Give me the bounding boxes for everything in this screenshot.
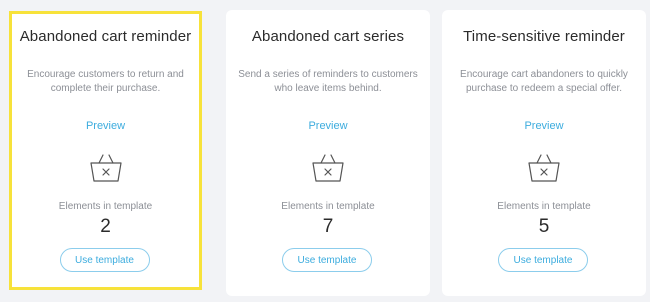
use-template-button[interactable]: Use template [498,248,588,272]
preview-link[interactable]: Preview [442,120,646,132]
template-card-time-sensitive-reminder[interactable]: Time-sensitive reminder Encourage cart a… [442,10,646,296]
card-description: Encourage cart abandoners to quickly pur… [452,68,636,96]
preview-link[interactable]: Preview [12,120,199,132]
card-description-line: Send a series of reminders to customers [238,69,418,80]
basket-icon [528,154,560,182]
use-template-button[interactable]: Use template [59,248,150,272]
template-card-abandoned-cart-series[interactable]: Abandoned cart series Send a series of r… [226,10,430,296]
elements-count: 2 [100,216,111,237]
card-title: Abandoned cart reminder [19,28,192,45]
card-description-line: who leave items behind. [274,83,382,94]
card-title: Abandoned cart series [251,28,405,45]
card-description-line: complete their purchase. [50,83,161,94]
elements-label: Elements in template [58,201,153,212]
elements-label: Elements in template [497,201,591,212]
template-card-abandoned-cart-reminder[interactable]: Abandoned cart reminder Encourage custom… [9,11,202,290]
card-title: Time-sensitive reminder [463,28,625,45]
preview-link[interactable]: Preview [226,120,430,132]
use-template-button[interactable]: Use template [282,248,372,272]
basket-icon [312,154,344,182]
card-description-line: Encourage customers to return and [27,69,184,80]
card-description-line: Encourage cart abandoners to quickly [460,69,628,80]
elements-count: 7 [322,216,334,237]
card-description-line: purchase to redeem a special offer. [465,83,623,94]
elements-count: 5 [538,216,550,237]
basket-icon [89,154,122,182]
card-description: Encourage customers to return and comple… [22,68,189,96]
card-description: Send a series of reminders to customers … [236,68,420,96]
elements-label: Elements in template [281,201,375,212]
